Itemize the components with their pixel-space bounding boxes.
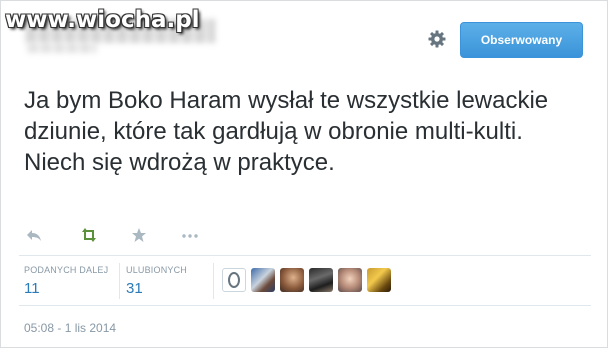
retweet-icon[interactable] xyxy=(79,227,99,247)
watermark: www.wiocha.pl xyxy=(5,7,200,33)
favorite-icon[interactable] xyxy=(131,227,151,247)
favorites-stat[interactable]: ULUBIONYCH 31 xyxy=(126,265,187,297)
divider xyxy=(19,305,591,306)
stat-separator xyxy=(213,263,214,299)
more-icon[interactable] xyxy=(181,227,201,247)
retweets-label: PODANYCH DALEJ xyxy=(24,265,109,275)
gear-icon[interactable] xyxy=(427,29,447,49)
divider xyxy=(19,255,591,256)
avatar[interactable] xyxy=(251,268,275,292)
avatar[interactable] xyxy=(309,268,333,292)
tweet-text: Ja bym Boko Haram wysłał te wszystkie le… xyxy=(24,87,549,176)
avatar[interactable] xyxy=(280,268,304,292)
reply-icon[interactable] xyxy=(25,227,45,247)
retweets-stat[interactable]: PODANYCH DALEJ 11 xyxy=(24,265,108,297)
tweet-card: www.wiocha.pl Obserwowany Ja bym Boko Ha… xyxy=(0,0,608,348)
blurred-user-handle xyxy=(27,43,97,53)
avatar[interactable] xyxy=(222,268,246,292)
favorites-label: ULUBIONYCH xyxy=(126,265,188,275)
avatar[interactable] xyxy=(338,268,362,292)
avatar[interactable] xyxy=(367,268,391,292)
retweets-count[interactable]: 11 xyxy=(24,280,108,297)
stat-separator xyxy=(119,263,120,299)
favorites-count[interactable]: 31 xyxy=(126,280,187,297)
follow-button[interactable]: Obserwowany xyxy=(460,22,583,58)
tweet-timestamp[interactable]: 05:08 - 1 lis 2014 xyxy=(24,321,116,335)
